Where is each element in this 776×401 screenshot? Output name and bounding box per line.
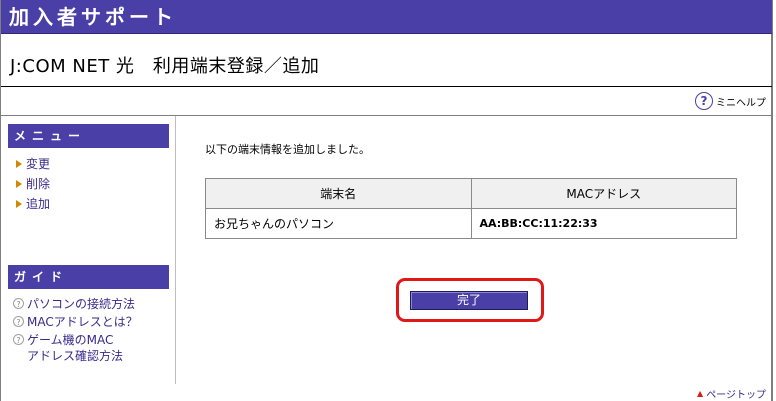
column-header-mac-address: MACアドレス bbox=[470, 178, 737, 209]
content-divider bbox=[1, 115, 772, 116]
triangle-bullet-icon bbox=[16, 200, 22, 208]
guide-item-label: パソコンの接続方法 bbox=[27, 297, 136, 311]
guide-heading: ガイド bbox=[8, 265, 169, 289]
up-arrow-icon: ▲ bbox=[697, 389, 704, 398]
guide-item-pc-connection[interactable]: ? パソコンの接続方法 bbox=[13, 296, 138, 312]
confirmation-message: 以下の端末情報を追加しました。 bbox=[205, 143, 370, 156]
sidebar-item-label: 追加 bbox=[26, 197, 51, 211]
question-icon: ? bbox=[695, 92, 713, 110]
column-header-device-name: 端末名 bbox=[205, 178, 472, 209]
question-icon: ? bbox=[13, 334, 24, 345]
sidebar-item-add[interactable]: 追加 bbox=[16, 194, 50, 214]
sidebar-item-label: 削除 bbox=[26, 177, 51, 191]
mac-address-cell: AA:BB:CC:11:22:33 bbox=[470, 208, 737, 239]
app-header: 加入者サポート bbox=[1, 0, 772, 34]
guide-item-label: MACアドレスとは？ bbox=[27, 315, 138, 329]
table-header-row: 端末名 MACアドレス bbox=[205, 178, 737, 209]
mini-help-label: ミニヘルプ bbox=[716, 97, 766, 109]
sidebar-item-label: 変更 bbox=[26, 157, 51, 171]
device-table: 端末名 MACアドレス お兄ちゃんのパソコン AA:BB:CC:11:22:33 bbox=[205, 178, 737, 239]
guide-item-game-mac[interactable]: ? ゲーム機のMAC アドレス確認方法 bbox=[13, 332, 138, 364]
triangle-bullet-icon bbox=[16, 180, 22, 188]
done-button[interactable]: 完了 bbox=[410, 291, 528, 310]
page-top-link[interactable]: ▲ ページトップ bbox=[697, 386, 766, 401]
table-row: お兄ちゃんのパソコン AA:BB:CC:11:22:33 bbox=[205, 208, 737, 239]
sidebar-item-delete[interactable]: 削除 bbox=[16, 174, 50, 194]
menu-list: 変更 削除 追加 bbox=[16, 154, 50, 214]
mini-help-link[interactable]: ? ミニヘルプ bbox=[695, 92, 766, 110]
triangle-bullet-icon bbox=[16, 160, 22, 168]
sidebar-item-change[interactable]: 変更 bbox=[16, 154, 50, 174]
sidebar-divider bbox=[175, 116, 176, 384]
title-divider bbox=[1, 86, 772, 87]
menu-heading: メニュー bbox=[8, 124, 169, 148]
question-icon: ? bbox=[13, 298, 24, 309]
guide-list: ? パソコンの接続方法 ? MACアドレスとは？ ? ゲーム機のMAC アドレス… bbox=[13, 296, 138, 366]
question-icon: ? bbox=[13, 316, 24, 327]
guide-item-what-is-mac[interactable]: ? MACアドレスとは？ bbox=[13, 314, 138, 330]
device-name-cell: お兄ちゃんのパソコン bbox=[205, 208, 472, 239]
page-title: J:COM NET 光 利用端末登録／追加 bbox=[10, 56, 320, 77]
guide-item-label: ゲーム機のMAC アドレス確認方法 bbox=[27, 333, 124, 363]
page-top-label: ページトップ bbox=[706, 390, 766, 401]
